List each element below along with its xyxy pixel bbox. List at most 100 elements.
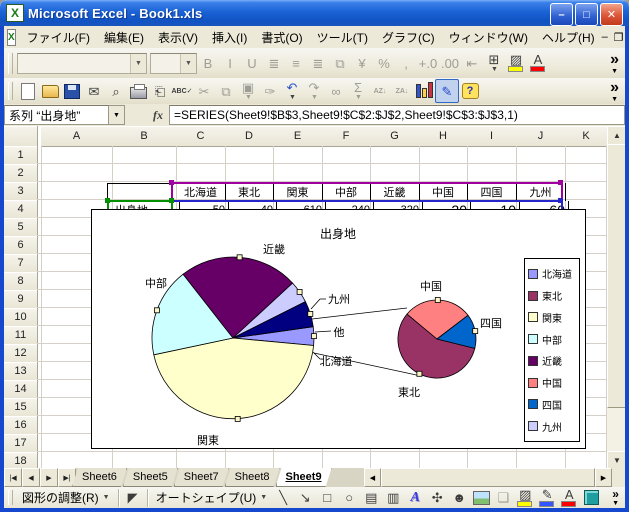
column-header-H[interactable]: H bbox=[419, 126, 468, 147]
open-button[interactable] bbox=[39, 80, 61, 102]
column-header-J[interactable]: J bbox=[516, 126, 566, 147]
chart-title[interactable]: 出身地 bbox=[320, 225, 356, 242]
insert-picture-button[interactable] bbox=[470, 487, 492, 509]
drawing-button[interactable]: ✎ bbox=[435, 79, 459, 103]
sort-descending-button[interactable]: ZA↓ bbox=[391, 80, 413, 102]
print-preview-button[interactable]: ⎗ bbox=[149, 80, 171, 102]
chart-label-近畿[interactable]: 近畿 bbox=[263, 241, 285, 257]
formatting-overflow-button[interactable]: » ▼ bbox=[610, 51, 625, 75]
row-header-10[interactable]: 10 bbox=[4, 308, 38, 327]
row-header-16[interactable]: 16 bbox=[4, 416, 38, 435]
row-header-3[interactable]: 3 bbox=[4, 182, 38, 201]
menu-item-6[interactable]: ツール(T) bbox=[310, 27, 375, 48]
row-header-18[interactable]: 18 bbox=[4, 452, 38, 468]
help-button[interactable]: ? bbox=[459, 80, 481, 102]
row-header-1[interactable]: 1 bbox=[4, 146, 38, 165]
toolbar-grip[interactable] bbox=[8, 81, 13, 101]
menu-item-1[interactable]: ファイル(F) bbox=[20, 27, 97, 48]
row-header-7[interactable]: 7 bbox=[4, 254, 38, 273]
column-header-I[interactable]: I bbox=[467, 126, 517, 147]
chart-legend[interactable]: 北海道 東北 関東 中部 近畿 中国 四国 九州 bbox=[524, 258, 580, 442]
row-header-15[interactable]: 15 bbox=[4, 398, 38, 417]
legend-item-近畿[interactable]: 近畿 bbox=[528, 353, 576, 368]
clip-art-button[interactable]: ☻ bbox=[448, 487, 470, 509]
menu-item-8[interactable]: ウィンドウ(W) bbox=[442, 27, 535, 48]
chart-label-他[interactable]: 他 bbox=[334, 324, 345, 340]
line-color-button[interactable]: ✎▼ bbox=[536, 487, 558, 509]
close-button[interactable]: ✕ bbox=[600, 3, 623, 26]
legend-item-四国[interactable]: 四国 bbox=[528, 397, 576, 412]
text-box-button[interactable]: ▤ bbox=[360, 487, 382, 509]
toolbar-grip[interactable] bbox=[8, 490, 13, 505]
cell-C2[interactable]: 北海道 bbox=[176, 183, 226, 201]
arrow-button[interactable]: ↘ bbox=[294, 487, 316, 509]
row-header-14[interactable]: 14 bbox=[4, 380, 38, 399]
font-color-button[interactable]: A▼ bbox=[558, 487, 580, 509]
paste-button[interactable]: ▣ ▼ bbox=[237, 80, 259, 102]
insert-hyperlink-button[interactable]: ∞ bbox=[325, 80, 347, 102]
chart-label-北海道[interactable]: 北海道 bbox=[320, 353, 353, 369]
cell-I2[interactable]: 四国 bbox=[467, 183, 517, 201]
cell-H2[interactable]: 中国 bbox=[419, 183, 468, 201]
name-box-dropdown[interactable]: ▼ bbox=[109, 105, 125, 125]
menu-item-5[interactable]: 書式(O) bbox=[254, 27, 309, 48]
chart-wizard-button[interactable] bbox=[413, 80, 435, 102]
column-header-E[interactable]: E bbox=[273, 126, 323, 147]
point-handle-東北[interactable] bbox=[416, 370, 423, 377]
save-button[interactable] bbox=[61, 80, 83, 102]
title-bar[interactable]: X Microsoft Excel - Book1.xls – □ ✕ bbox=[0, 0, 629, 26]
point-handle-中部[interactable] bbox=[154, 307, 160, 314]
sheet-tab-Sheet9[interactable]: Sheet9 bbox=[276, 468, 332, 487]
point-handle-他[interactable] bbox=[307, 311, 314, 317]
draw-adjust-button[interactable]: 図形の調整(R) ▼ bbox=[17, 488, 115, 507]
redo-button[interactable]: ↷ ▼ bbox=[303, 80, 325, 102]
print-button[interactable] bbox=[127, 80, 149, 102]
menu-item-4[interactable]: 挿入(I) bbox=[205, 27, 254, 48]
tab-scroll-prev[interactable]: ◀ bbox=[22, 468, 40, 487]
formula-input[interactable]: =SERIES(Sheet9!$B$3,Sheet9!$C$2:$J$2,She… bbox=[169, 105, 625, 125]
fill-color-button[interactable]: ▨▼ bbox=[505, 52, 527, 74]
point-handle-近畿[interactable] bbox=[236, 254, 243, 261]
oval-button[interactable]: ○ bbox=[338, 487, 360, 509]
name-box[interactable]: 系列 “出身地” bbox=[4, 105, 109, 125]
legend-item-中部[interactable]: 中部 bbox=[528, 332, 576, 347]
cell-F2[interactable]: 中部 bbox=[322, 183, 371, 201]
chart-label-東北[interactable]: 東北 bbox=[398, 384, 420, 400]
tab-scroll-next[interactable]: ▶ bbox=[40, 468, 58, 487]
scroll-left-button[interactable]: ◀ bbox=[364, 468, 381, 487]
column-header-K[interactable]: K bbox=[565, 126, 607, 147]
horizontal-scrollbar[interactable]: ◀ ▶ bbox=[364, 468, 625, 487]
legend-item-九州[interactable]: 九州 bbox=[528, 419, 576, 434]
cell-G2[interactable]: 近畿 bbox=[370, 183, 420, 201]
cut-button[interactable]: ✂ bbox=[193, 80, 215, 102]
chart-label-中部[interactable]: 中部 bbox=[145, 275, 167, 291]
row-header-11[interactable]: 11 bbox=[4, 326, 38, 345]
diagram-button[interactable]: ✣ bbox=[426, 487, 448, 509]
copy-button[interactable]: ⧉ bbox=[215, 80, 237, 102]
row-header-8[interactable]: 8 bbox=[4, 272, 38, 291]
align-left-button[interactable]: ≣ bbox=[263, 52, 285, 74]
chart-label-関東[interactable]: 関東 bbox=[197, 432, 219, 448]
align-center-button[interactable]: ≡ bbox=[285, 52, 307, 74]
italic-button[interactable]: I bbox=[219, 52, 241, 74]
autosum-button[interactable]: Σ ▼ bbox=[347, 80, 369, 102]
wordart-button[interactable]: A bbox=[404, 487, 426, 509]
column-header-F[interactable]: F bbox=[322, 126, 371, 147]
maximize-button[interactable]: □ bbox=[575, 3, 598, 26]
column-header-B[interactable]: B bbox=[112, 126, 177, 147]
horizontal-scroll-thumb[interactable] bbox=[381, 468, 595, 487]
workbook-minimize-button[interactable]: – bbox=[602, 31, 608, 44]
vertical-text-box-button[interactable]: ▥ bbox=[382, 487, 404, 509]
standard-overflow-button[interactable]: » ▼ bbox=[610, 79, 625, 103]
chart-label-四国[interactable]: 四国 bbox=[480, 315, 502, 331]
font-color-button[interactable]: A▼ bbox=[527, 52, 549, 74]
font-name-combo[interactable]: ▼ bbox=[17, 52, 147, 74]
point-handle-四国[interactable] bbox=[472, 328, 479, 334]
row-header-4[interactable]: 4 bbox=[4, 200, 38, 219]
spelling-button[interactable]: ABC✓ bbox=[171, 80, 193, 102]
scroll-up-button[interactable]: ▲ bbox=[607, 126, 627, 145]
chart-label-九州[interactable]: 九州 bbox=[328, 291, 350, 307]
toolbar-grip[interactable] bbox=[8, 52, 13, 74]
row-header-2[interactable]: 2 bbox=[4, 164, 38, 183]
sheet-tab-Sheet6[interactable]: Sheet6 bbox=[72, 468, 127, 487]
